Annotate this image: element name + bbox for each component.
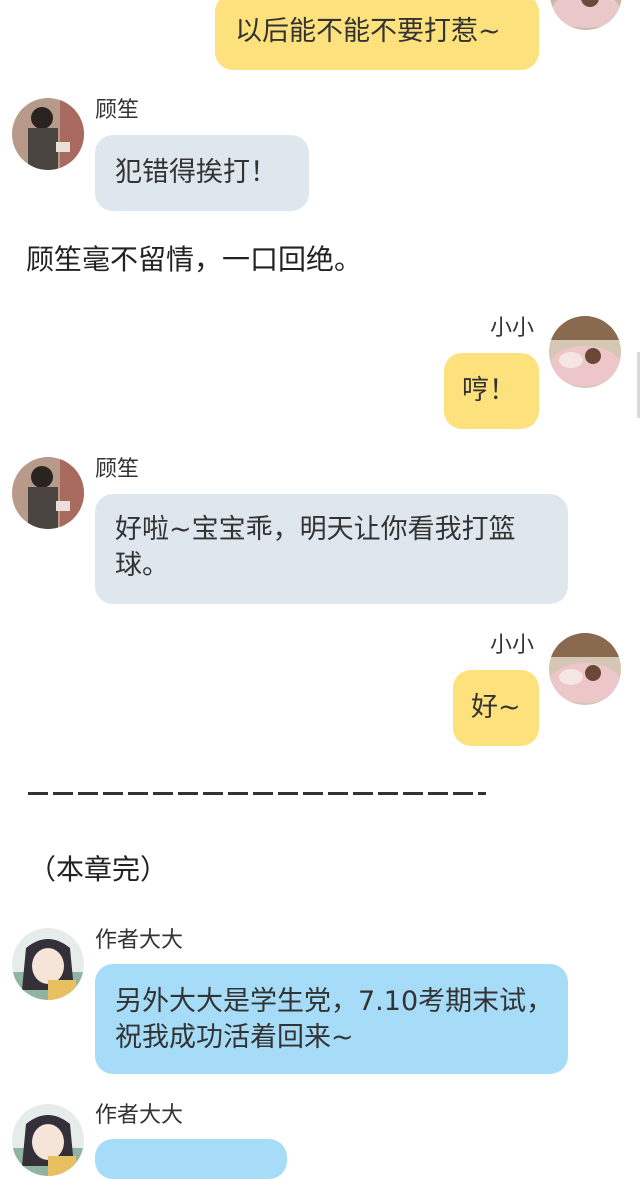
message-bubble-author: [95, 1139, 287, 1179]
message-text: 好啦~宝宝乖，明天让你看我打篮球。: [115, 514, 516, 581]
message-text: 以后能不能不要打惹~: [235, 16, 501, 47]
gusheng-avatar-icon[interactable]: [12, 98, 84, 170]
xiaoxiao-avatar-icon[interactable]: [549, 316, 621, 388]
message-bubble-self: 哼！: [444, 353, 539, 429]
message-bubble-other: 好啦~宝宝乖，明天让你看我打篮球。: [95, 494, 568, 604]
sender-name: 小小: [490, 633, 535, 658]
sender-name: 作者大大: [95, 1103, 184, 1128]
message-text: 哼！: [462, 375, 516, 406]
xiaoxiao-avatar-icon[interactable]: [549, 633, 621, 705]
message-bubble-self: 以后能不能不要打惹~: [215, 0, 539, 70]
sender-name: 顾笙: [95, 457, 140, 482]
narration-text: 顾笙毫不留情，一口回绝。: [26, 243, 363, 276]
chapter-end-text: （本章完）: [28, 853, 169, 886]
dashed-divider: [28, 792, 486, 795]
message-bubble-self: 好~: [453, 670, 539, 746]
message-bubble-author: 另外大大是学生党，7.10考期末试，祝我成功活着回来~: [95, 964, 568, 1074]
sender-name: 作者大大: [95, 928, 184, 953]
message-text: 犯错得挨打！: [115, 157, 277, 188]
xiaoxiao-avatar-icon[interactable]: [550, 0, 622, 30]
message-bubble-other: 犯错得挨打！: [95, 135, 309, 211]
gusheng-avatar-icon[interactable]: [12, 457, 84, 529]
message-text: 另外大大是学生党，7.10考期末试，祝我成功活着回来~: [115, 986, 554, 1053]
author-avatar-icon[interactable]: [12, 1104, 84, 1176]
sender-name: 小小: [490, 316, 535, 341]
author-avatar-icon[interactable]: [12, 928, 84, 1000]
sender-name: 顾笙: [95, 98, 140, 123]
message-text: 好~: [471, 692, 521, 723]
